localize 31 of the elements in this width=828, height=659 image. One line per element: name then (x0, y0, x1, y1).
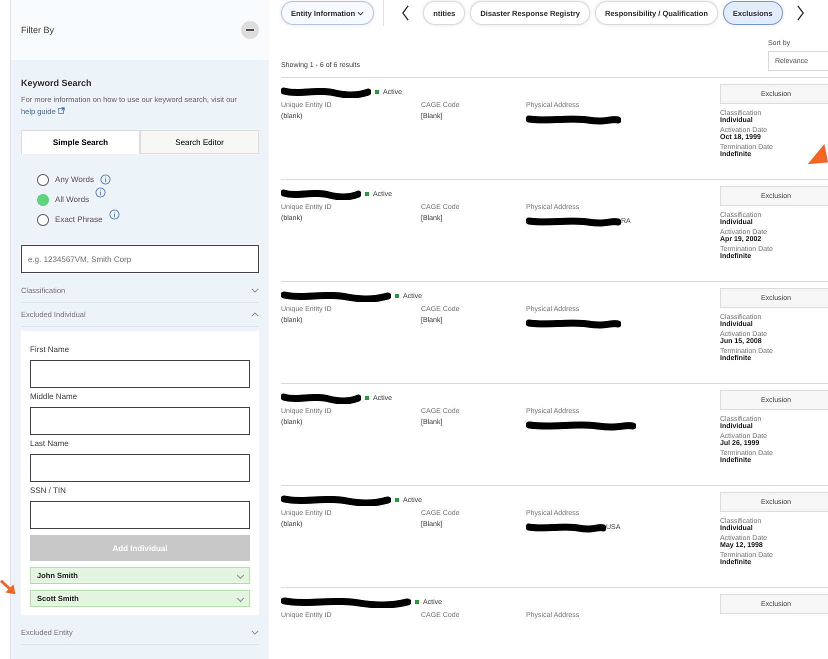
radio-button[interactable] (37, 194, 49, 206)
annotation-arrow-icon (806, 144, 828, 166)
chevron-right-icon[interactable] (796, 5, 805, 21)
input-field[interactable] (30, 454, 250, 482)
radio-button[interactable] (37, 214, 49, 226)
caret-icon[interactable] (357, 10, 364, 16)
chevron-icon[interactable] (251, 288, 259, 293)
radio-label: All Words (55, 195, 90, 204)
info-icon[interactable] (95, 187, 106, 198)
info-icon[interactable] (108, 209, 120, 220)
input-field[interactable] (30, 360, 250, 388)
radio-label: Any Words (55, 175, 94, 184)
chevron-icon[interactable] (251, 630, 259, 635)
chevron-icon[interactable] (251, 312, 259, 317)
search-tab[interactable]: Search Editor (140, 130, 259, 154)
chevron-left-icon[interactable] (401, 5, 410, 21)
field-label: SSN / TIN (30, 486, 67, 495)
section-heading: Keyword Search (21, 78, 93, 88)
radio-label: Exact Phrase (55, 215, 103, 224)
search-tab[interactable]: Simple Search (21, 130, 140, 154)
info-icon[interactable] (100, 174, 111, 185)
keyword-input[interactable]: e.g. 1234567VM, Smith Corp (21, 245, 259, 273)
field-label: First Name (30, 345, 70, 354)
input-field[interactable] (30, 501, 250, 529)
field-label: Last Name (30, 439, 70, 448)
collapse-button[interactable] (241, 21, 259, 39)
panel-title: Filter By (21, 25, 54, 35)
input-field[interactable] (30, 407, 250, 435)
field-label: Middle Name (30, 392, 78, 401)
external-link-icon[interactable] (58, 107, 65, 114)
radio-button[interactable] (37, 174, 49, 186)
